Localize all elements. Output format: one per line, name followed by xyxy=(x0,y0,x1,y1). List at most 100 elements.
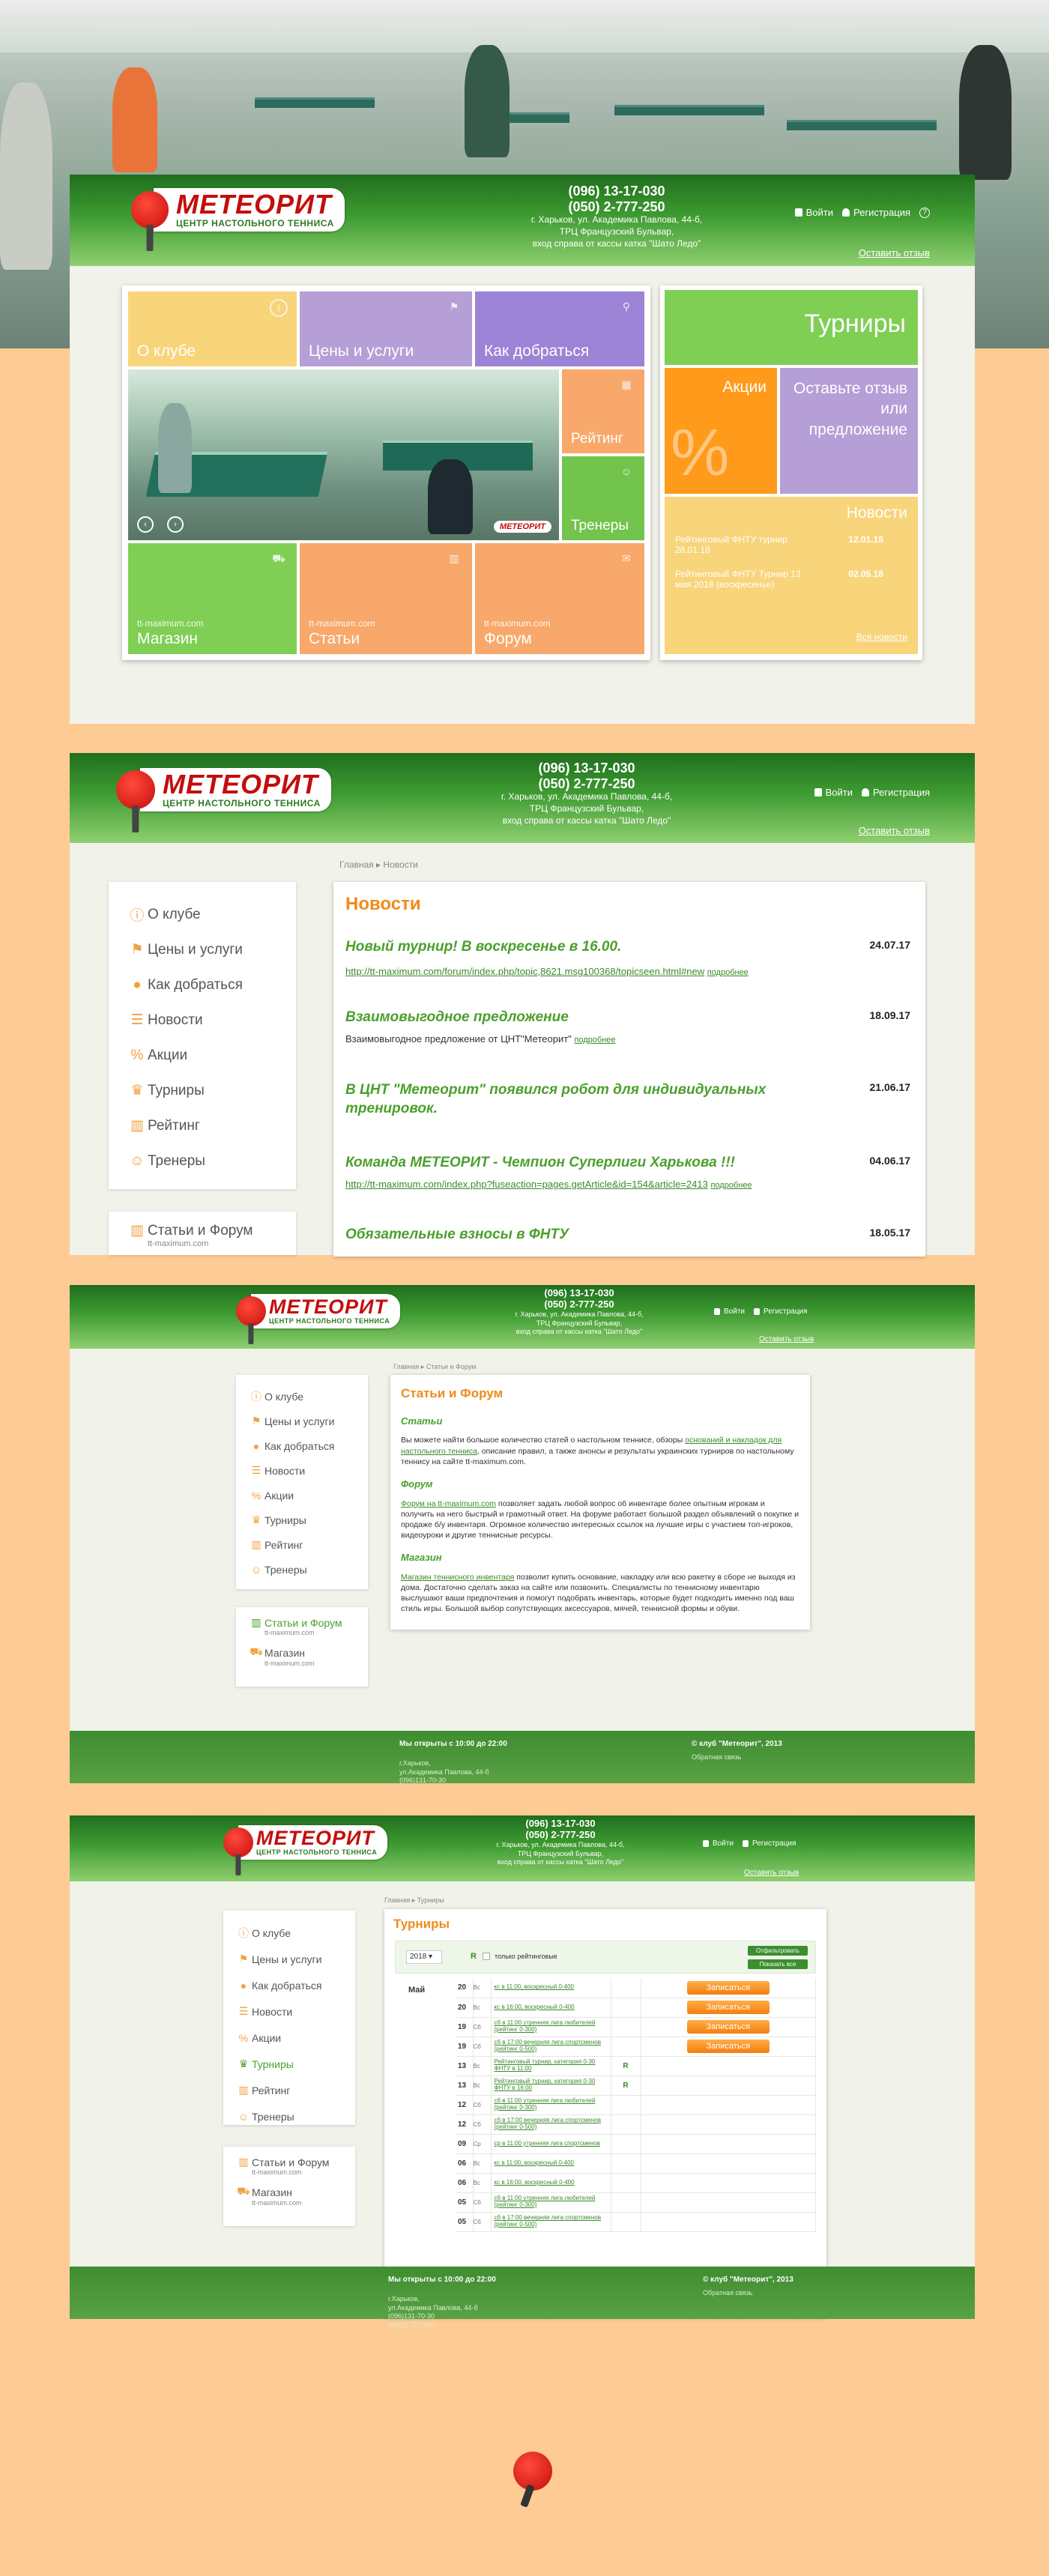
signup-button[interactable]: Записаться xyxy=(686,2001,770,2014)
menu-item-prices[interactable]: ⚑ Цены и услуги xyxy=(127,932,296,967)
menu-item-actions[interactable]: % Акции xyxy=(127,1038,296,1073)
tile-rating[interactable]: ▦ Рейтинг xyxy=(562,369,644,453)
signup-button[interactable]: Записаться xyxy=(686,2040,770,2053)
row-day: 19 xyxy=(455,2037,474,2057)
row-title[interactable]: ср в 11:00 утренняя лига спортсменов xyxy=(495,2140,600,2147)
table-row: 09 Ср ср в 11:00 утренняя лига спортсменов xyxy=(455,2134,816,2154)
news-item: В ЦНТ "Метеорит" появился робот для инди… xyxy=(345,1081,910,1116)
page-title: Новости xyxy=(345,894,421,914)
logo[interactable]: МЕТЕОРИТ ЦЕНТР НАСТОЛЬНОГО ТЕННИСА xyxy=(236,1294,401,1328)
row-title[interactable]: сб в 11:00 утренняя лига любителей (рейт… xyxy=(495,2097,596,2111)
prev-arrow-icon[interactable]: ‹ xyxy=(137,516,154,533)
tile-review[interactable]: Оставьте отзыв или предложение xyxy=(780,368,918,494)
table-row: 06 Вс кс в 16:00, воскресный 0-400 xyxy=(455,2173,816,2193)
sidebar-extra: ▥ Статьи и Форум tt-maximum.com ⛟ Магазин … xyxy=(236,1607,368,1687)
next-arrow-icon[interactable]: › xyxy=(167,516,184,533)
help-icon[interactable]: ? xyxy=(919,207,930,218)
menu-item-articles[interactable]: ▥ Статьи и Форум xyxy=(248,1616,368,1629)
tile-prices[interactable]: ⚑ Цены и услуги xyxy=(300,291,472,366)
menu-item-about[interactable]: ⓘ О клубе xyxy=(127,897,296,932)
sidebar-menu: ⓘ О клубе ⚑ Цены и услуги ● Как добраться ☰… xyxy=(236,1375,368,1589)
row-rated xyxy=(611,2212,641,2232)
logo-title: МЕТЕОРИТ xyxy=(176,189,332,220)
news-item: Обязательные взносы в ФНТУ 18.05.17 xyxy=(345,1227,910,1242)
tile-tournaments[interactable]: Турниры xyxy=(665,290,918,365)
menu-item-tournaments[interactable]: ♛ Турниры xyxy=(235,2051,355,2077)
row-day: 20 xyxy=(455,1998,474,2018)
login-link[interactable]: Войти xyxy=(794,207,833,218)
row-title[interactable]: сб в 17:00 вечерняя лига спортсменов (ре… xyxy=(495,2039,601,2052)
tile-actions[interactable]: Акции% xyxy=(665,368,777,494)
feedback-link[interactable]: Оставить отзыв xyxy=(759,1335,814,1343)
login-link[interactable]: Войти xyxy=(814,787,853,798)
tile-forum[interactable]: ✉ tt-maximum.com Форум xyxy=(475,543,644,654)
menu-item-shop[interactable]: ⛟ Магазин xyxy=(248,1645,368,1660)
lock-icon xyxy=(794,208,802,217)
home-screen: МЕТЕОРИТ ЦЕНТР НАСТОЛЬНОГО ТЕННИСА (096) … xyxy=(70,175,975,724)
register-link[interactable]: Регистрация xyxy=(842,207,910,218)
tile-howto[interactable]: ⚲ Как добраться xyxy=(475,291,644,366)
right-panel: Турниры Акции% Оставьте отзыв или предло… xyxy=(660,285,922,660)
row-weekday: Сб xyxy=(473,2212,492,2232)
logo[interactable]: МЕТЕОРИТ ЦЕНТР НАСТОЛЬНОГО ТЕННИСА xyxy=(131,188,345,232)
tile-trainers[interactable]: ☺ Тренеры xyxy=(562,456,644,540)
feedback-link[interactable]: Оставить отзыв xyxy=(859,247,930,258)
auth-links: Войти Регистрация xyxy=(714,1307,807,1316)
filter-button[interactable]: Отфильтровать xyxy=(748,1946,808,1956)
phone-1[interactable]: (096) 13-17-030 xyxy=(519,184,714,199)
row-weekday: Вс xyxy=(473,2153,492,2174)
row-title[interactable]: кс в 16:00, воскресный 0-400 xyxy=(495,2004,575,2010)
list-icon: ☰ xyxy=(130,1012,144,1028)
row-day: 12 xyxy=(455,2095,474,2115)
logo[interactable]: МЕТЕОРИТ ЦЕНТР НАСТОЛЬНОГО ТЕННИСА xyxy=(223,1825,388,1860)
contacts: (096) 13-17-030 (050) 2-777-250 г. Харьк… xyxy=(501,761,673,826)
news-item-1[interactable]: Рейтинговый ФНТУ турнир 28.01.18 xyxy=(675,534,810,555)
tournament-table: Май 20 Вс кс в 11:00, воскресный 0-400 Запи… xyxy=(395,1978,816,2232)
show-all-button[interactable]: Показать все xyxy=(748,1959,808,1969)
row-title[interactable]: Рейтинговый турнир, категория 0-30 ФНТУ … xyxy=(495,2058,596,2072)
row-title[interactable]: сб в 17:00 вечерняя лига спортсменов (ре… xyxy=(495,2214,601,2228)
page-title: Турниры xyxy=(393,1917,450,1931)
row-title[interactable]: кс в 11:00, воскресный 0-400 xyxy=(495,2159,574,2166)
tile-articles[interactable]: ▥ tt-maximum.com Статьи xyxy=(300,543,472,654)
row-title[interactable]: Рейтинговый турнир, категория 0-30 ФНТУ … xyxy=(495,2078,596,2091)
news-item-2[interactable]: Рейтинговый ФНТУ Турнир 13 мая 2018 (вос… xyxy=(675,569,810,590)
logo-subtitle: ЦЕНТР НАСТОЛЬНОГО ТЕННИСА xyxy=(176,218,334,229)
row-title[interactable]: кс в 16:00, воскресный 0-400 xyxy=(495,2179,575,2186)
row-rated xyxy=(611,2017,641,2037)
menu-item-tournaments[interactable]: ♛ Турниры xyxy=(127,1073,296,1108)
lock-icon xyxy=(814,788,822,796)
cart-icon: ⛟ xyxy=(272,552,285,564)
login-link[interactable]: Войти xyxy=(703,1839,734,1848)
row-rated xyxy=(611,1998,641,2018)
signup-button[interactable]: Записаться xyxy=(686,2020,770,2034)
login-link[interactable]: Войти xyxy=(714,1307,745,1316)
rated-checkbox[interactable] xyxy=(483,1953,490,1960)
register-link[interactable]: Регистрация xyxy=(862,787,930,798)
news-date-2: 02.05.18 xyxy=(848,569,883,579)
tile-shop[interactable]: ⛟ tt-maximum.com Магазин xyxy=(128,543,297,654)
register-link[interactable]: Регистрация xyxy=(753,1307,807,1316)
row-weekday: Вс xyxy=(473,2075,492,2096)
row-title[interactable]: кс в 11:00, воскресный 0-400 xyxy=(495,1983,574,1990)
row-title[interactable]: сб в 17:00 вечерняя лига спортсменов (ре… xyxy=(495,2117,601,2130)
all-news-link[interactable]: Вся новости xyxy=(856,632,907,642)
logo[interactable]: МЕТЕОРИТ ЦЕНТР НАСТОЛЬНОГО ТЕННИСА xyxy=(116,768,331,812)
signup-button[interactable]: Записаться xyxy=(686,1980,770,1995)
news-item: Команда МЕТЕОРИТ - Чемпион Суперлиги Хар… xyxy=(345,1155,910,1190)
tile-about[interactable]: iО клубе xyxy=(128,291,297,366)
menu-item-howto[interactable]: ● Как добраться xyxy=(127,967,296,1003)
feedback-link[interactable]: Оставить отзыв xyxy=(859,825,930,836)
year-select[interactable]: 2018 ▾ xyxy=(406,1950,442,1964)
sidebar-extra[interactable]: ▥ Статьи и Форум tt-maximum.com xyxy=(109,1212,296,1255)
register-link[interactable]: Регистрация xyxy=(742,1839,796,1848)
row-day: 12 xyxy=(455,2114,474,2135)
row-title[interactable]: сб в 11:00 утренняя лига любителей (рейт… xyxy=(495,2019,596,2033)
feedback-link[interactable]: Оставить отзыв xyxy=(744,1869,799,1877)
row-title[interactable]: сб в 11:00 утренняя лига любителей (рейт… xyxy=(495,2195,596,2208)
menu-item-trainers[interactable]: ☺ Тренеры xyxy=(127,1143,296,1179)
phone-2[interactable]: (050) 2-777-250 xyxy=(519,199,714,215)
menu-item-news[interactable]: ☰ Новости xyxy=(127,1003,296,1038)
row-day: 06 xyxy=(455,2173,474,2193)
menu-item-rating[interactable]: ▥ Рейтинг xyxy=(127,1108,296,1143)
